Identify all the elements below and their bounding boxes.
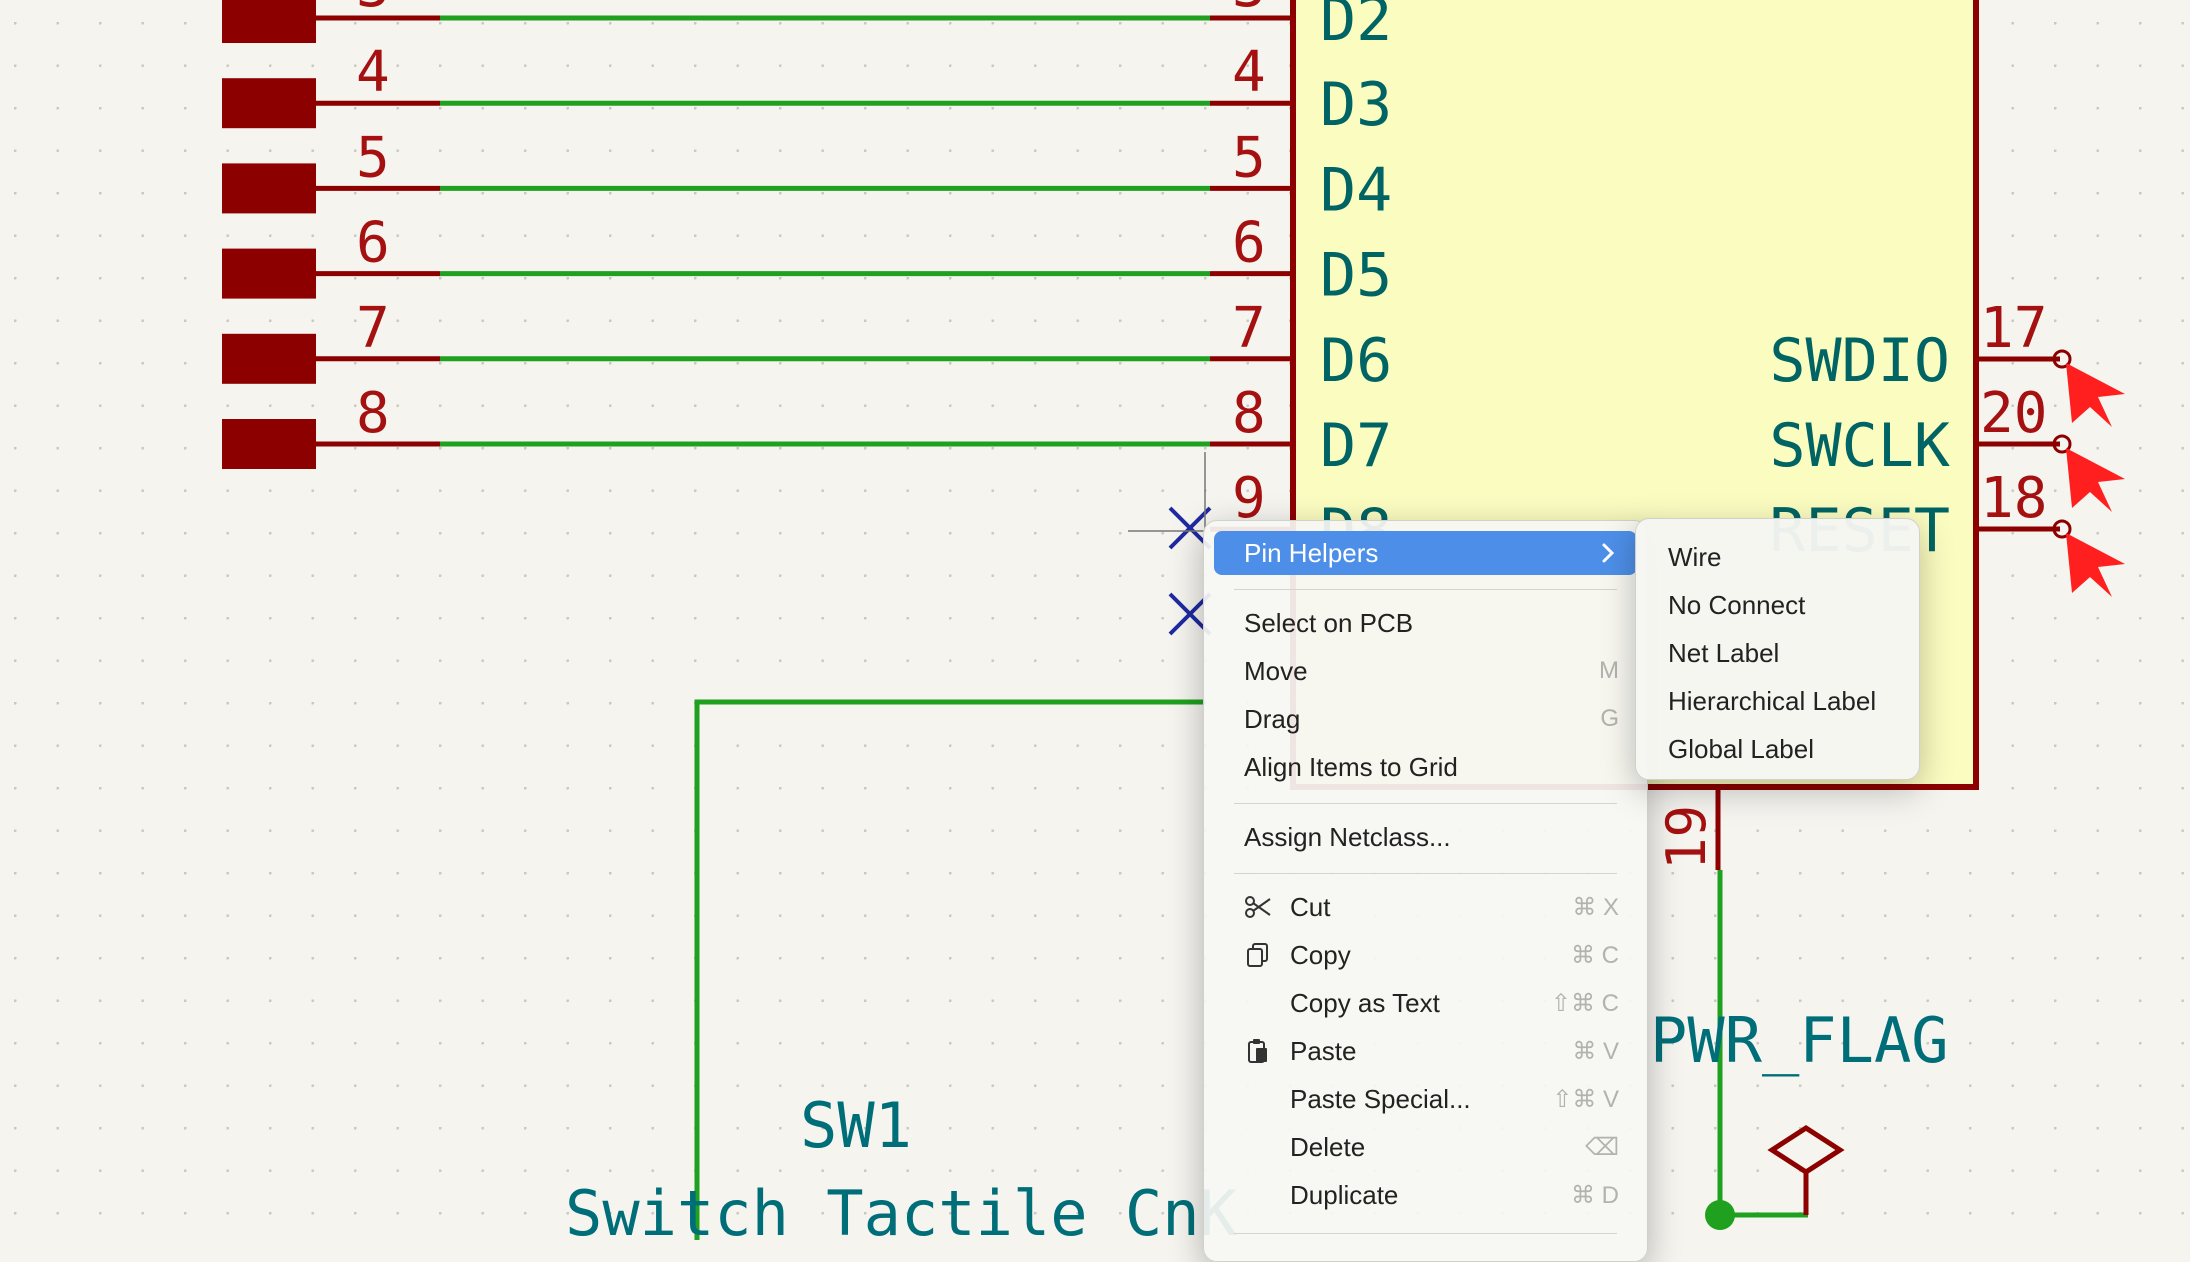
connector-pad-6[interactable] [222, 248, 316, 299]
pin-19-number: 19 [1655, 805, 1718, 870]
menu-item-shortcut: ⌘ V [1572, 1038, 1619, 1065]
chip-pin-name-D4: D4 [1320, 155, 1392, 225]
pwr-flag-label[interactable]: PWR_FLAG [1650, 1004, 1949, 1077]
chip-pin-name-SWDIO: SWDIO [1769, 326, 1950, 396]
menu-separator [1234, 873, 1617, 874]
menu-item-label: Duplicate [1290, 1180, 1399, 1210]
chip-pin-number-6: 6 [1232, 211, 1266, 276]
menu-item-label: Paste Special... [1290, 1084, 1471, 1114]
menu-item-duplicate[interactable]: Duplicate ⌘ D [1214, 1173, 1637, 1217]
menu-separator [1234, 803, 1617, 804]
menu-item-paste-special[interactable]: Paste Special... ⇧⌘ V [1214, 1077, 1637, 1121]
menu-item-shortcut: G [1600, 705, 1619, 732]
menu-separator [1234, 1233, 1617, 1234]
pin-helpers-submenu: Wire No Connect Net Label Hierarchical Labe… [1635, 518, 1920, 780]
menu-item-label: Select on PCB [1244, 608, 1414, 638]
chip-pin-number-3: 3 [1232, 0, 1266, 20]
chip-pin-number-17: 17 [1980, 296, 2047, 361]
menu-item-label: Pin Helpers [1244, 538, 1379, 568]
connector-pad-8[interactable] [222, 419, 316, 469]
connector-pin-number-3: 3 [356, 0, 390, 20]
chip-pin-number-18: 18 [1980, 466, 2047, 531]
switch-reference[interactable]: SW1 [800, 1089, 912, 1162]
menu-item-delete[interactable]: Delete ⌫ [1214, 1125, 1637, 1169]
paste-icon [1244, 1037, 1272, 1065]
connector-pad-4[interactable] [222, 78, 316, 129]
submenu-item-hierarchical-label[interactable]: Hierarchical Label [1668, 686, 1876, 717]
submenu-item-no-connect[interactable]: No Connect [1668, 590, 1805, 621]
menu-item-label: Align Items to Grid [1244, 752, 1458, 782]
menu-item-move[interactable]: Move M [1214, 649, 1637, 693]
menu-item-pin-helpers[interactable]: Pin Helpers [1214, 531, 1637, 575]
connector-pin-number-8: 8 [356, 381, 390, 446]
connector-pin-number-4: 4 [356, 40, 390, 105]
menu-item-shortcut: M [1599, 657, 1619, 684]
menu-item-label: Cut [1290, 892, 1331, 922]
switch-value[interactable]: Switch_Tactile_CnK [565, 1177, 1238, 1240]
chip-pin-number-4: 4 [1232, 40, 1266, 105]
menu-item-shortcut: ⌘ D [1571, 1182, 1619, 1209]
menu-item-copy[interactable]: Copy ⌘ C [1214, 933, 1637, 977]
menu-item-align-items-to-grid[interactable]: Align Items to Grid [1214, 745, 1637, 789]
menu-item-shortcut: ⌘ X [1572, 894, 1619, 921]
menu-item-label: Paste [1290, 1036, 1357, 1066]
menu-item-paste[interactable]: Paste ⌘ V [1214, 1029, 1637, 1073]
menu-item-label: Move [1244, 656, 1308, 686]
menu-item-shortcut: ⇧⌘ C [1550, 990, 1619, 1017]
chip-pin-name-D5: D5 [1320, 241, 1392, 311]
menu-item-copy-as-text[interactable]: Copy as Text ⇧⌘ C [1214, 981, 1637, 1025]
menu-item-select-on-pcb[interactable]: Select on PCB [1214, 601, 1637, 645]
connector-pin-number-5: 5 [356, 125, 390, 190]
chip-pin-name-D6: D6 [1320, 326, 1392, 396]
chevron-right-icon [1595, 540, 1621, 566]
menu-item-drag[interactable]: Drag G [1214, 697, 1637, 741]
menu-item-shortcut: ⌘ C [1571, 942, 1619, 969]
menu-item-label: Drag [1244, 704, 1301, 734]
submenu-item-global-label[interactable]: Global Label [1668, 734, 1814, 765]
scissors-icon [1244, 893, 1272, 921]
submenu-item-net-label[interactable]: Net Label [1668, 638, 1779, 669]
chip-pin-name-SWCLK: SWCLK [1769, 411, 1950, 481]
chip-pin-number-7: 7 [1232, 296, 1266, 361]
menu-item-assign-netclass[interactable]: Assign Netclass... [1214, 815, 1637, 859]
context-menu: Pin Helpers Select on PCB Move M Drag G Align … [1203, 520, 1648, 1262]
menu-item-label: Copy as Text [1290, 988, 1440, 1018]
chip-pin-number-5: 5 [1232, 125, 1266, 190]
chip-pin-name-D3: D3 [1320, 70, 1392, 140]
chip-pin-name-D2: D2 [1320, 0, 1392, 55]
menu-item-label: Copy [1290, 940, 1351, 970]
chip-pin-number-20: 20 [1980, 381, 2047, 446]
connector-pad-3[interactable] [222, 0, 316, 43]
menu-item-shortcut: ⇧⌘ V [1552, 1086, 1619, 1113]
menu-item-label: Delete [1290, 1132, 1366, 1162]
chip-pin-number-8: 8 [1232, 381, 1266, 446]
connector-pad-5[interactable] [222, 163, 316, 214]
junction-dot[interactable] [1705, 1200, 1735, 1230]
connector-pin-number-6: 6 [356, 211, 390, 276]
connector-pad-7[interactable] [222, 333, 316, 384]
menu-separator [1234, 589, 1617, 590]
menu-item-label: Assign Netclass... [1244, 822, 1451, 852]
connector-pin-number-7: 7 [356, 296, 390, 361]
menu-item-shortcut: ⌫ [1585, 1134, 1619, 1161]
copy-icon [1244, 941, 1272, 969]
chip-pin-name-D7: D7 [1320, 411, 1392, 481]
menu-item-cut[interactable]: Cut ⌘ X [1214, 885, 1637, 929]
submenu-item-wire[interactable]: Wire [1668, 542, 1721, 573]
